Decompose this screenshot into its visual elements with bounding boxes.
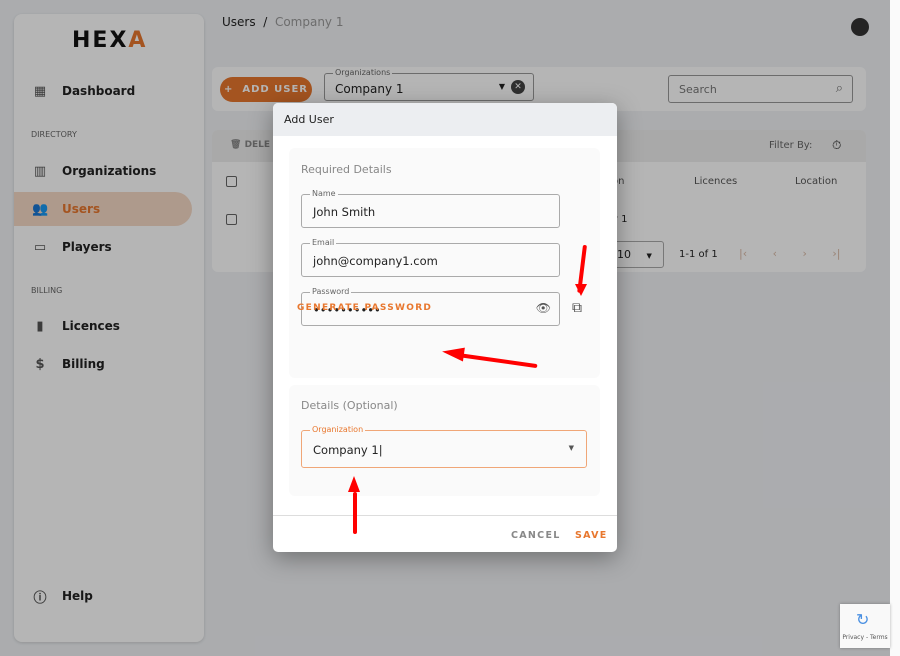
optional-title: Details (Optional): [301, 399, 398, 412]
annotation-arrowhead: [575, 284, 587, 296]
annotation-arrowhead: [348, 476, 360, 492]
name-field[interactable]: Name John Smith: [301, 189, 560, 228]
required-details-card: Required Details Name John Smith Email joh…: [289, 148, 600, 378]
visibility-off-icon[interactable]: 👁: [536, 301, 551, 315]
organization-select[interactable]: Organization Company 1| ▼: [301, 425, 587, 468]
recaptcha-badge[interactable]: ↻ Privacy - Terms: [840, 604, 890, 648]
scrollbar[interactable]: [890, 0, 900, 656]
annotation-arrowhead: [441, 344, 465, 362]
email-field[interactable]: Email john@company1.com: [301, 238, 560, 277]
recaptcha-icon: ↻: [856, 610, 870, 629]
save-button[interactable]: SAVE: [575, 530, 608, 541]
dialog-title: Add User: [273, 103, 617, 136]
cancel-button[interactable]: CANCEL: [511, 530, 561, 541]
annotation-arrow: [353, 492, 357, 534]
chevron-down-icon: ▼: [568, 444, 574, 452]
add-user-dialog: Add User Required Details Name John Smith…: [273, 103, 617, 552]
dialog-actions: CANCEL SAVE: [273, 515, 617, 552]
copy-icon[interactable]: ⧉: [572, 300, 582, 316]
generate-password-button[interactable]: GENERATE PASSWORD: [297, 303, 432, 313]
required-title: Required Details: [301, 163, 392, 176]
optional-details-card: Details (Optional) Organization Company 1…: [289, 385, 600, 496]
